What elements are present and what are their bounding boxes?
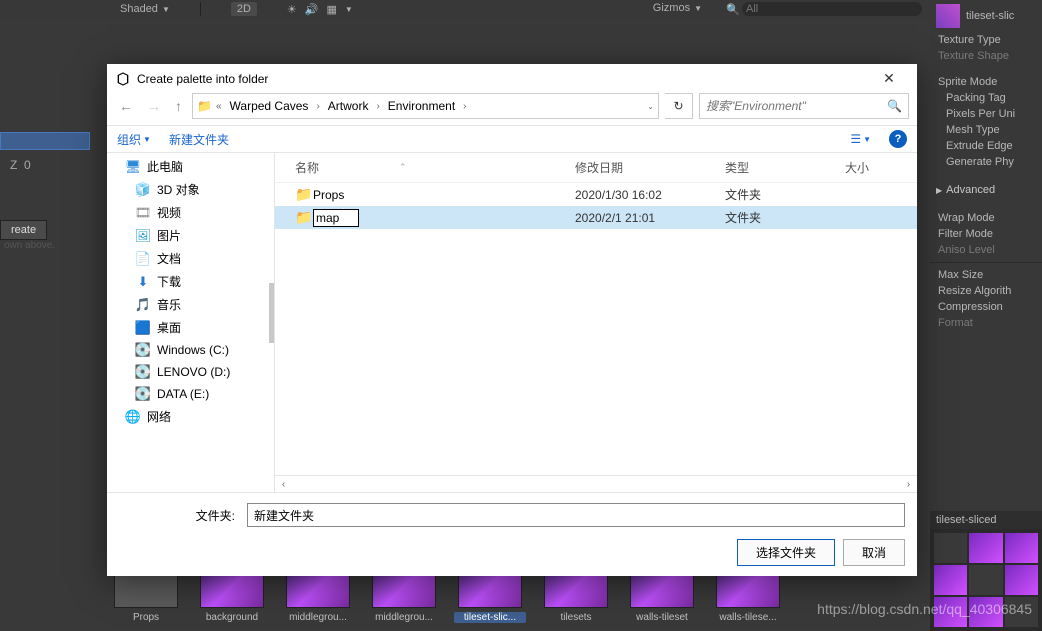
transform-panel: Z 0 (0, 20, 90, 220)
tree-node-doc[interactable]: 📄文档 (107, 247, 274, 270)
nav-tree[interactable]: 🖥此电脑🧊3D 对象🎞视频🖼图片📄文档⬇下载🎵音乐🟦桌面💽Windows (C:… (107, 153, 275, 492)
dialog-title: Create palette into folder (137, 72, 869, 86)
up-button[interactable]: ↑ (171, 96, 186, 116)
view-menu[interactable]: ☰ ▼ (850, 132, 871, 146)
fx-icon[interactable]: ▦ (327, 3, 337, 16)
refresh-button[interactable]: ↻ (665, 93, 693, 119)
tree-node-dl[interactable]: ⬇下载 (107, 270, 274, 293)
tree-node-pic[interactable]: 🖼图片 (107, 224, 274, 247)
preview-title: tileset-sliced (930, 511, 1042, 529)
forward-button[interactable]: → (143, 96, 165, 116)
tree-node-drv[interactable]: 💽DATA (E:) (107, 383, 274, 405)
scene-search[interactable]: 🔍 (726, 2, 922, 16)
search-icon: 🔍 (887, 99, 902, 113)
tree-node-3d[interactable]: 🧊3D 对象 (107, 178, 274, 201)
inspector-field: Max Size (930, 267, 1042, 283)
2d-toggle[interactable]: 2D (231, 2, 257, 16)
select-folder-button[interactable]: 选择文件夹 (737, 539, 835, 566)
music-icon: 🎵 (135, 297, 151, 313)
column-headers[interactable]: 名称⌃ 修改日期 类型 大小 (275, 153, 917, 183)
breadcrumb[interactable]: 📁 « Warped Caves› Artwork› Environment› … (192, 93, 659, 119)
folder-name-input[interactable] (247, 503, 905, 527)
inspector-field: Format (930, 315, 1042, 331)
inspector-field: Compression (930, 299, 1042, 315)
inspector-panel: tileset-slic Texture TypeTexture Shape Sp… (930, 0, 1042, 631)
inspector-field: Extrude Edge (930, 138, 1042, 154)
inspector-field: Wrap Mode (930, 210, 1042, 226)
drv-icon: 💽 (135, 342, 151, 358)
create-button[interactable]: reate (0, 220, 47, 240)
inspector-field: Aniso Level (930, 242, 1042, 258)
vid-icon: 🎞 (135, 205, 151, 221)
h-scrollbar[interactable]: ‹› (275, 475, 917, 492)
inspector-field: Texture Type (930, 32, 1042, 48)
watermark: https://blog.csdn.net/qq_40306845 (817, 601, 1032, 617)
pic-icon: 🖼 (135, 228, 151, 244)
cancel-button[interactable]: 取消 (843, 539, 905, 566)
pc-icon: 🖥 (125, 159, 141, 175)
asset-header: tileset-slic (930, 0, 1042, 32)
folder-label: 文件夹: (119, 507, 239, 524)
inspector-section[interactable]: ▶ Advanced (930, 180, 1042, 200)
inspector-field: Pixels Per Uni (930, 106, 1042, 122)
z-field: Z 0 (0, 152, 90, 178)
shading-dropdown[interactable]: Shaded ▼ (120, 3, 170, 15)
search-box[interactable]: 🔍 (699, 93, 909, 119)
hint-text: own above. (0, 238, 59, 253)
inspector-field: Resize Algorith (930, 283, 1042, 299)
desk-icon: 🟦 (135, 320, 151, 336)
tree-node-music[interactable]: 🎵音乐 (107, 293, 274, 316)
folder-dialog: Create palette into folder ✕ ← → ↑ 📁 « W… (107, 64, 917, 576)
gizmos-dropdown[interactable]: Gizmos ▼ (653, 2, 702, 14)
history-dropdown[interactable]: ⌄ (647, 102, 654, 111)
new-folder-button[interactable]: 新建文件夹 (169, 131, 229, 148)
tree-node-net[interactable]: 🌐网络 (107, 405, 274, 428)
asset-thumb-icon (936, 4, 960, 28)
rename-input[interactable] (313, 209, 359, 227)
tree-node-drv[interactable]: 💽Windows (C:) (107, 339, 274, 361)
organize-menu[interactable]: 组织 ▼ (117, 131, 151, 148)
tree-node-drv[interactable]: 💽LENOVO (D:) (107, 361, 274, 383)
drv-icon: 💽 (135, 364, 151, 380)
tree-node-pc[interactable]: 🖥此电脑 (107, 155, 274, 178)
unity-icon (115, 71, 131, 87)
inspector-field: Texture Shape (930, 48, 1042, 64)
light-icon[interactable]: ☀ (287, 3, 297, 16)
tree-node-vid[interactable]: 🎞视频 (107, 201, 274, 224)
doc-icon: 📄 (135, 251, 151, 267)
tree-node-desk[interactable]: 🟦桌面 (107, 316, 274, 339)
folder-icon: 📁 (295, 186, 313, 203)
file-list[interactable]: 📁Props2020/1/30 16:02文件夹📁2020/2/1 21:01文… (275, 183, 917, 475)
inspector-field: Packing Tag (930, 90, 1042, 106)
file-row[interactable]: 📁2020/2/1 21:01文件夹 (275, 206, 917, 229)
file-row[interactable]: 📁Props2020/1/30 16:02文件夹 (275, 183, 917, 206)
asset-name: tileset-slic (966, 10, 1014, 22)
drv-icon: 💽 (135, 386, 151, 402)
folder-icon: 📁 (295, 209, 313, 226)
3d-icon: 🧊 (135, 182, 151, 198)
inspector-field: Filter Mode (930, 226, 1042, 242)
inspector-field: Generate Phy (930, 154, 1042, 170)
net-icon: 🌐 (125, 409, 141, 425)
close-button[interactable]: ✕ (869, 70, 909, 87)
selected-field[interactable] (0, 132, 90, 150)
dl-icon: ⬇ (135, 274, 151, 290)
inspector-field: Mesh Type (930, 122, 1042, 138)
inspector-field: Sprite Mode (930, 74, 1042, 90)
audio-icon[interactable]: 🔊 (305, 3, 319, 16)
back-button[interactable]: ← (115, 96, 137, 116)
help-button[interactable]: ? (889, 130, 907, 148)
